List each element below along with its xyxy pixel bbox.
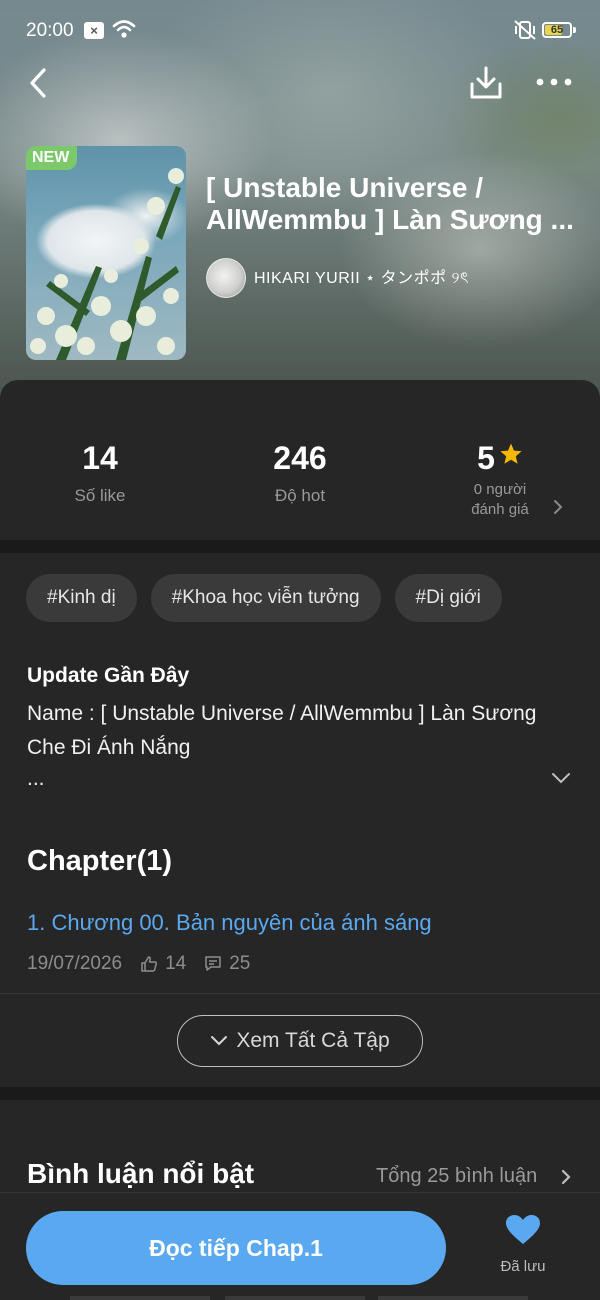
more-options-button[interactable] — [534, 70, 574, 94]
download-button[interactable] — [468, 64, 504, 102]
chevron-left-icon — [30, 68, 46, 98]
book-title: [ Unstable Universe / AllWemmbu ] Làn Sư… — [206, 172, 574, 235]
saved-button[interactable]: Đã lưu — [490, 1215, 556, 1275]
author-row[interactable]: HIKARI YURII ⋆ タンポポ ୨ৎ — [206, 258, 469, 298]
bottom-peek — [225, 1296, 365, 1300]
rating-count-label: 0 người đánh giá — [400, 480, 600, 520]
stat-likes: 14 Số like — [0, 440, 200, 506]
section-divider — [0, 540, 600, 553]
chevron-right-icon[interactable] — [560, 1168, 572, 1186]
stats-section: 14 Số like 246 Độ hot 5 0 người đánh giá — [0, 380, 600, 540]
status-bar: 20:00 × 65 — [0, 0, 600, 62]
avatar — [206, 258, 246, 298]
comments-title: Bình luận nổi bật — [27, 1158, 255, 1189]
likes-label: Số like — [74, 486, 126, 505]
chapter-comments: 25 — [229, 953, 251, 974]
tag-chip[interactable]: #Kinh dị — [26, 574, 137, 622]
view-all-label: Xem Tất Cả Tập — [236, 1029, 390, 1052]
author-name: HIKARI YURII ⋆ タンポポ ୨ৎ — [254, 270, 470, 287]
chapter-link[interactable]: 1. Chương 00. Bản nguyên của ánh sáng — [27, 910, 432, 936]
continue-reading-button[interactable]: Đọc tiếp Chap.1 — [26, 1211, 446, 1285]
wifi-icon — [112, 20, 136, 38]
update-title: Update Gần Đây — [27, 664, 190, 687]
saved-label: Đã lưu — [500, 1258, 546, 1275]
tag-chip[interactable]: #Dị giới — [394, 574, 502, 622]
chapter-date: 19/07/2026 — [27, 953, 123, 974]
battery-icon: 65 — [542, 22, 572, 38]
comments-total-link[interactable]: Tổng 25 bình luận — [376, 1165, 537, 1188]
download-icon — [470, 66, 502, 99]
tag-chip[interactable]: #Khoa học viễn tưởng — [150, 574, 381, 622]
book-cover[interactable]: NEW — [26, 146, 186, 360]
chapter-meta: 19/07/2026 14 25 — [27, 953, 250, 975]
tag-list: #Kinh dị #Khoa học viễn tưởng #Dị giới — [26, 574, 502, 622]
section-divider — [0, 1087, 600, 1100]
rating-value: 5 — [477, 440, 495, 476]
notification-icon: × — [84, 22, 104, 39]
bottom-action-bar: Đọc tiếp Chap.1 Đã lưu — [0, 1192, 600, 1300]
rating-label-line2: đánh giá — [471, 501, 529, 518]
list-divider — [0, 993, 600, 994]
chapter-likes: 14 — [165, 953, 187, 974]
update-ellipsis: ... — [27, 767, 45, 790]
bottom-peek — [378, 1296, 528, 1300]
bottom-peek — [70, 1296, 210, 1300]
cover-image — [30, 168, 184, 360]
new-badge: NEW — [26, 146, 78, 170]
chevron-down-icon — [211, 1036, 228, 1046]
chevron-right-icon[interactable] — [552, 498, 564, 516]
stat-hot: 246 Độ hot — [200, 440, 400, 506]
view-all-chapters-button[interactable]: Xem Tất Cả Tập — [177, 1015, 423, 1067]
star-icon — [500, 443, 522, 464]
status-time: 20:00 — [26, 20, 74, 41]
likes-count: 14 — [82, 440, 118, 476]
thumbs-up-icon — [141, 956, 158, 972]
vibrate-off-icon — [514, 20, 536, 40]
more-dots-icon — [536, 78, 572, 86]
rating-label-line1: 0 người — [473, 481, 527, 498]
hot-label: Độ hot — [274, 486, 326, 505]
hot-count: 246 — [273, 440, 327, 476]
chapter-heading: Chapter(1) — [27, 845, 173, 877]
comment-icon — [205, 956, 221, 971]
update-description: Name : [ Unstable Universe / AllWemmbu ]… — [27, 702, 537, 759]
back-button[interactable] — [24, 66, 56, 100]
battery-level: 65 — [550, 24, 564, 36]
heart-icon — [506, 1215, 540, 1244]
stat-rating[interactable]: 5 0 người đánh giá — [400, 440, 600, 520]
chevron-down-icon[interactable] — [550, 770, 572, 786]
